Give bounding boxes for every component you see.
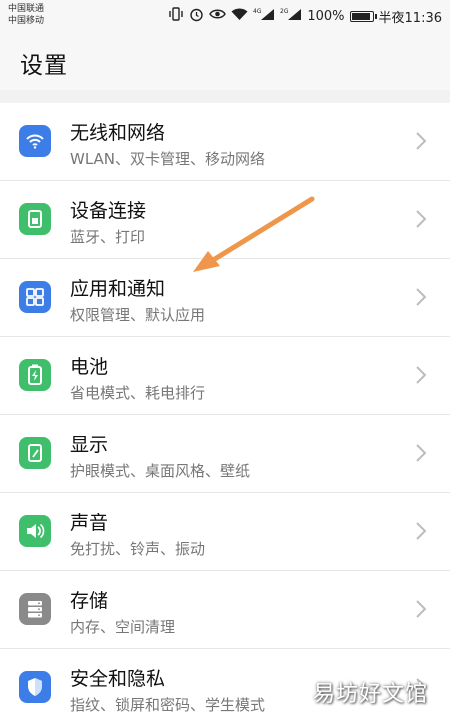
settings-item-subtitle: 免打扰、铃声、振动 <box>70 540 206 558</box>
settings-item-title: 应用和通知 <box>70 278 166 300</box>
chevron-right-icon <box>416 366 427 384</box>
settings-item-sound[interactable]: 声音 免打扰、铃声、振动 <box>0 493 450 571</box>
carrier-2: 中国移动 <box>8 16 45 26</box>
carrier-labels: 中国联通 中国移动 <box>8 3 44 27</box>
shield-icon <box>19 671 51 703</box>
settings-item-subtitle: 权限管理、默认应用 <box>70 306 206 324</box>
battery-percent: 100% <box>307 8 345 24</box>
wifi-icon <box>19 125 51 157</box>
settings-item-title: 电池 <box>70 356 109 378</box>
signal-2g-label: 2G <box>280 8 289 15</box>
settings-item-subtitle: 指纹、锁屏和密码、学生模式 <box>70 696 266 714</box>
settings-item-subtitle: WLAN、双卡管理、移动网络 <box>70 150 266 168</box>
settings-item-title: 无线和网络 <box>70 122 166 144</box>
apps-icon <box>19 281 51 313</box>
signal-4g-icon: 4G <box>253 7 275 25</box>
settings-item-battery[interactable]: 电池 省电模式、耗电排行 <box>0 337 450 415</box>
alarm-icon <box>189 7 204 26</box>
settings-item-subtitle: 省电模式、耗电排行 <box>70 384 206 402</box>
display-icon <box>19 437 51 469</box>
chevron-right-icon <box>416 600 427 618</box>
device-connect-icon <box>19 203 51 235</box>
battery-icon <box>19 359 51 391</box>
page-title: 设置 <box>20 53 68 79</box>
signal-2g-icon: 2G <box>280 7 302 25</box>
watermark-text: 易坊好文馆 <box>312 682 428 707</box>
settings-item-subtitle: 蓝牙、打印 <box>70 228 146 246</box>
chevron-right-icon <box>416 210 427 228</box>
battery-status-icon <box>349 10 377 22</box>
settings-item-title: 安全和隐私 <box>70 668 166 690</box>
carrier-1: 中国联通 <box>8 4 45 14</box>
chevron-right-icon <box>416 288 427 306</box>
settings-item-wireless-network[interactable]: 无线和网络 WLAN、双卡管理、移动网络 <box>0 103 450 181</box>
chevron-right-icon <box>416 522 427 540</box>
settings-item-subtitle: 内存、空间清理 <box>70 618 176 636</box>
settings-item-storage[interactable]: 存储 内存、空间清理 <box>0 571 450 649</box>
settings-item-title: 声音 <box>70 512 109 534</box>
settings-item-title: 存储 <box>70 590 109 612</box>
wifi-status-icon <box>231 8 248 25</box>
storage-icon <box>19 593 51 625</box>
settings-item-title: 显示 <box>70 434 109 456</box>
clock: 半夜11:36 <box>378 10 442 26</box>
signal-4g-label: 4G <box>253 8 262 15</box>
vibrate-icon <box>168 7 184 25</box>
settings-item-apps-notifications[interactable]: 应用和通知 权限管理、默认应用 <box>0 259 450 337</box>
settings-item-subtitle: 护眼模式、桌面风格、壁纸 <box>70 462 251 480</box>
sound-icon <box>19 515 51 547</box>
settings-list: 无线和网络 WLAN、双卡管理、移动网络 设备连接 蓝牙、打印 应用和通知 权限… <box>0 103 450 720</box>
app-header: 设置 <box>0 32 450 90</box>
chevron-right-icon <box>416 132 427 150</box>
status-icons: 4G 2G 100% 半夜11:36 <box>168 6 442 26</box>
settings-item-device-connection[interactable]: 设备连接 蓝牙、打印 <box>0 181 450 259</box>
settings-item-display[interactable]: 显示 护眼模式、桌面风格、壁纸 <box>0 415 450 493</box>
eye-comfort-icon <box>209 8 227 24</box>
chevron-right-icon <box>416 444 427 462</box>
settings-item-title: 设备连接 <box>70 200 147 222</box>
status-bar: 中国联通 中国移动 4G 2G 100% 半夜11:36 <box>0 0 450 32</box>
